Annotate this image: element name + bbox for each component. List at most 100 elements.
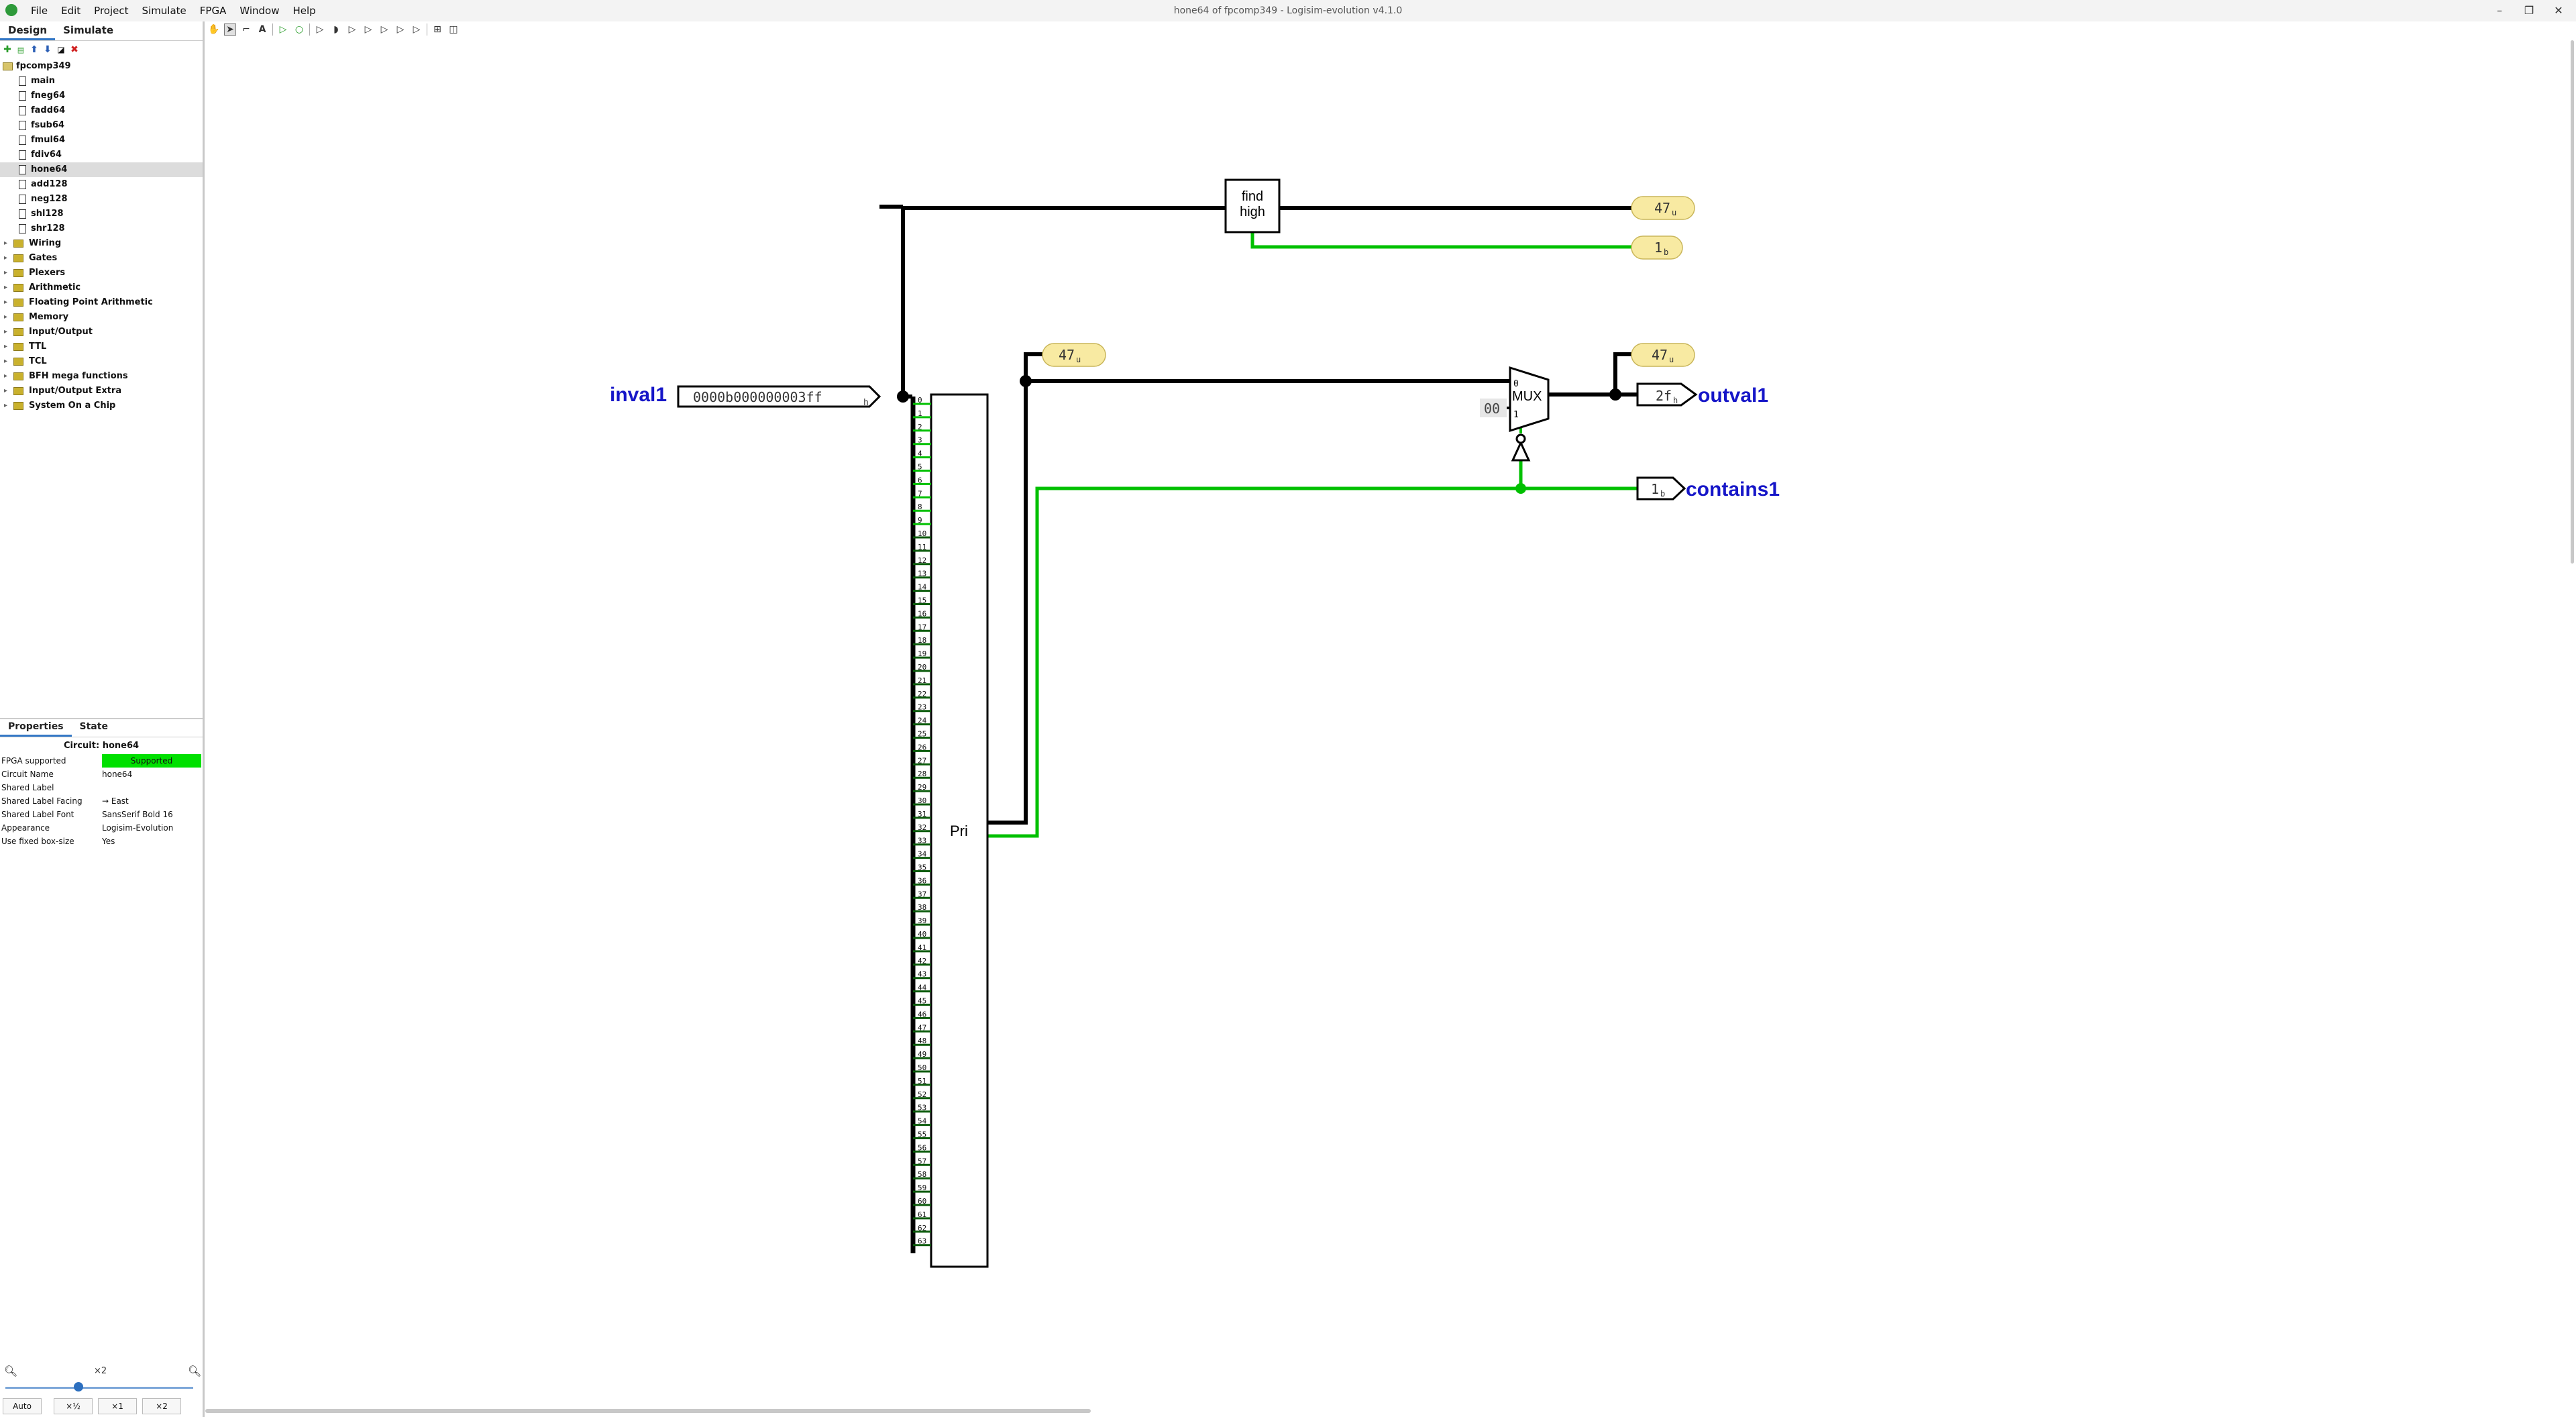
property-row[interactable]: Shared Label Font SansSerif Bold 16: [0, 808, 203, 821]
tree-library-system-on-a-chip[interactable]: ▸ System On a Chip: [0, 399, 203, 413]
property-row[interactable]: Appearance Logisim-Evolution: [0, 821, 203, 835]
zoom-slider-thumb[interactable]: [74, 1382, 83, 1392]
tree-library-tcl[interactable]: ▸ TCL: [0, 354, 203, 369]
maximize-button[interactable]: ❐: [2516, 2, 2542, 19]
wiring-icon[interactable]: ⌐: [240, 23, 252, 36]
vertical-scrollbar[interactable]: [2571, 40, 2574, 564]
expand-arrow-icon[interactable]: ▸: [4, 339, 7, 354]
close-button[interactable]: ✕: [2545, 2, 2572, 19]
menu-fpga[interactable]: FPGA: [193, 5, 233, 17]
nand-gate-icon[interactable]: ▷: [394, 23, 407, 36]
edit-appearance-icon[interactable]: ◪: [56, 45, 66, 54]
menu-window[interactable]: Window: [233, 5, 286, 17]
xor-gate-icon[interactable]: ▷: [378, 23, 390, 36]
input-pin-icon[interactable]: ▷: [277, 23, 289, 36]
and-gate-icon[interactable]: ◗: [330, 23, 342, 36]
appearance-icon[interactable]: ◫: [447, 23, 460, 36]
menu-help[interactable]: Help: [286, 5, 323, 17]
expand-arrow-icon[interactable]: ▸: [4, 295, 7, 310]
property-value[interactable]: Yes: [102, 835, 201, 848]
zoom-auto-button[interactable]: Auto: [3, 1398, 42, 1414]
tree-circuit-shl128[interactable]: shl128: [0, 207, 203, 221]
property-row[interactable]: Shared Label: [0, 781, 203, 794]
horizontal-scrollbar[interactable]: [205, 1409, 1091, 1413]
move-down-icon[interactable]: ⬇: [43, 44, 52, 55]
tree-circuit-fdiv64[interactable]: fdiv64: [0, 148, 203, 162]
property-value[interactable]: → East: [102, 794, 201, 808]
layout-icon[interactable]: ⊞: [431, 23, 443, 36]
property-value[interactable]: Supported: [102, 754, 201, 768]
tree-library-gates[interactable]: ▸ Gates: [0, 251, 203, 266]
output-pin-icon[interactable]: ○: [293, 23, 305, 36]
zoom-half-button[interactable]: ×½: [54, 1398, 93, 1414]
expand-arrow-icon[interactable]: ▸: [4, 325, 7, 339]
expand-arrow-icon[interactable]: ▸: [4, 280, 7, 295]
menu-edit[interactable]: Edit: [54, 5, 87, 17]
text-tool-icon[interactable]: A: [256, 23, 268, 36]
menu-project[interactable]: Project: [87, 5, 135, 17]
probe-47a[interactable]: 47 u: [1631, 196, 1695, 220]
move-up-icon[interactable]: ⬆: [30, 44, 39, 55]
tab-properties[interactable]: Properties: [0, 719, 72, 737]
tree-circuit-main[interactable]: main: [0, 74, 203, 89]
circuit-canvas[interactable]: inval1 0000b000000003ff h find high 47 u…: [205, 38, 2576, 1409]
multiplexer[interactable]: MUX 0 1: [1509, 366, 1550, 433]
tree-circuit-hone64[interactable]: hone64: [0, 162, 203, 177]
probe-47b[interactable]: 47 u: [1042, 343, 1106, 367]
tree-library-arithmetic[interactable]: ▸ Arithmetic: [0, 280, 203, 295]
tree-circuit-fadd64[interactable]: fadd64: [0, 103, 203, 118]
tab-simulate[interactable]: Simulate: [55, 21, 121, 40]
expand-arrow-icon[interactable]: ▸: [4, 236, 7, 251]
zoom-in-icon[interactable]: 🔍︎: [188, 1365, 201, 1377]
select-arrow-icon[interactable]: ➤: [224, 23, 236, 36]
tree-circuit-add128[interactable]: add128: [0, 177, 203, 192]
property-value[interactable]: SansSerif Bold 16: [102, 808, 201, 821]
buffer-icon[interactable]: ▷: [362, 23, 374, 36]
tree-library-memory[interactable]: ▸ Memory: [0, 310, 203, 325]
tree-library-bfh-mega-functions[interactable]: ▸ BFH mega functions: [0, 369, 203, 384]
tree-library-wiring[interactable]: ▸ Wiring: [0, 236, 203, 251]
zoom-slider[interactable]: [5, 1387, 193, 1389]
expand-arrow-icon[interactable]: ▸: [4, 354, 7, 369]
tree-library-input-output[interactable]: ▸ Input/Output: [0, 325, 203, 339]
expand-arrow-icon[interactable]: ▸: [4, 251, 7, 266]
not-gate[interactable]: [1511, 433, 1531, 462]
property-value[interactable]: hone64: [102, 768, 201, 781]
expand-arrow-icon[interactable]: ▸: [4, 310, 7, 325]
not-gate-icon[interactable]: ▷: [314, 23, 326, 36]
tab-state[interactable]: State: [72, 719, 116, 737]
or-gate-icon[interactable]: ▷: [346, 23, 358, 36]
tree-circuit-fsub64[interactable]: fsub64: [0, 118, 203, 133]
tree-library-plexers[interactable]: ▸ Plexers: [0, 266, 203, 280]
zoom-2x-button[interactable]: ×2: [142, 1398, 181, 1414]
nor-gate-icon[interactable]: ▷: [411, 23, 423, 36]
minimize-button[interactable]: –: [2486, 2, 2513, 19]
property-row[interactable]: Use fixed box-size Yes: [0, 835, 203, 848]
add-circuit-icon[interactable]: ✚: [3, 44, 12, 55]
menu-simulate[interactable]: Simulate: [136, 5, 193, 17]
property-value[interactable]: Logisim-Evolution: [102, 821, 201, 835]
tree-circuit-fmul64[interactable]: fmul64: [0, 133, 203, 148]
delete-icon[interactable]: ✖: [70, 44, 79, 55]
add-vhdl-icon[interactable]: ▤: [16, 45, 25, 54]
zoom-out-icon[interactable]: 🔍︎: [4, 1365, 17, 1377]
expand-arrow-icon[interactable]: ▸: [4, 266, 7, 280]
probe-47c[interactable]: 47 u: [1631, 343, 1695, 367]
expand-arrow-icon[interactable]: ▸: [4, 369, 7, 384]
tree-circuit-neg128[interactable]: neg128: [0, 192, 203, 207]
property-row[interactable]: Shared Label Facing → East: [0, 794, 203, 808]
property-row[interactable]: FPGA supported Supported: [0, 754, 203, 768]
hand-icon[interactable]: ✋: [208, 23, 220, 36]
menu-file[interactable]: File: [24, 5, 54, 17]
expand-arrow-icon[interactable]: ▸: [4, 399, 7, 413]
tree-circuit-shr128[interactable]: shr128: [0, 221, 203, 236]
tree-project[interactable]: fpcomp349: [0, 59, 203, 74]
tree-circuit-fneg64[interactable]: fneg64: [0, 89, 203, 103]
zoom-1x-button[interactable]: ×1: [98, 1398, 137, 1414]
tree-library-floating-point-arithmetic[interactable]: ▸ Floating Point Arithmetic: [0, 295, 203, 310]
probe-1[interactable]: 1 b: [1631, 235, 1683, 260]
expand-arrow-icon[interactable]: ▸: [4, 384, 7, 399]
tree-library-input-output-extra[interactable]: ▸ Input/Output Extra: [0, 384, 203, 399]
property-row[interactable]: Circuit Name hone64: [0, 768, 203, 781]
tree-library-ttl[interactable]: ▸ TTL: [0, 339, 203, 354]
